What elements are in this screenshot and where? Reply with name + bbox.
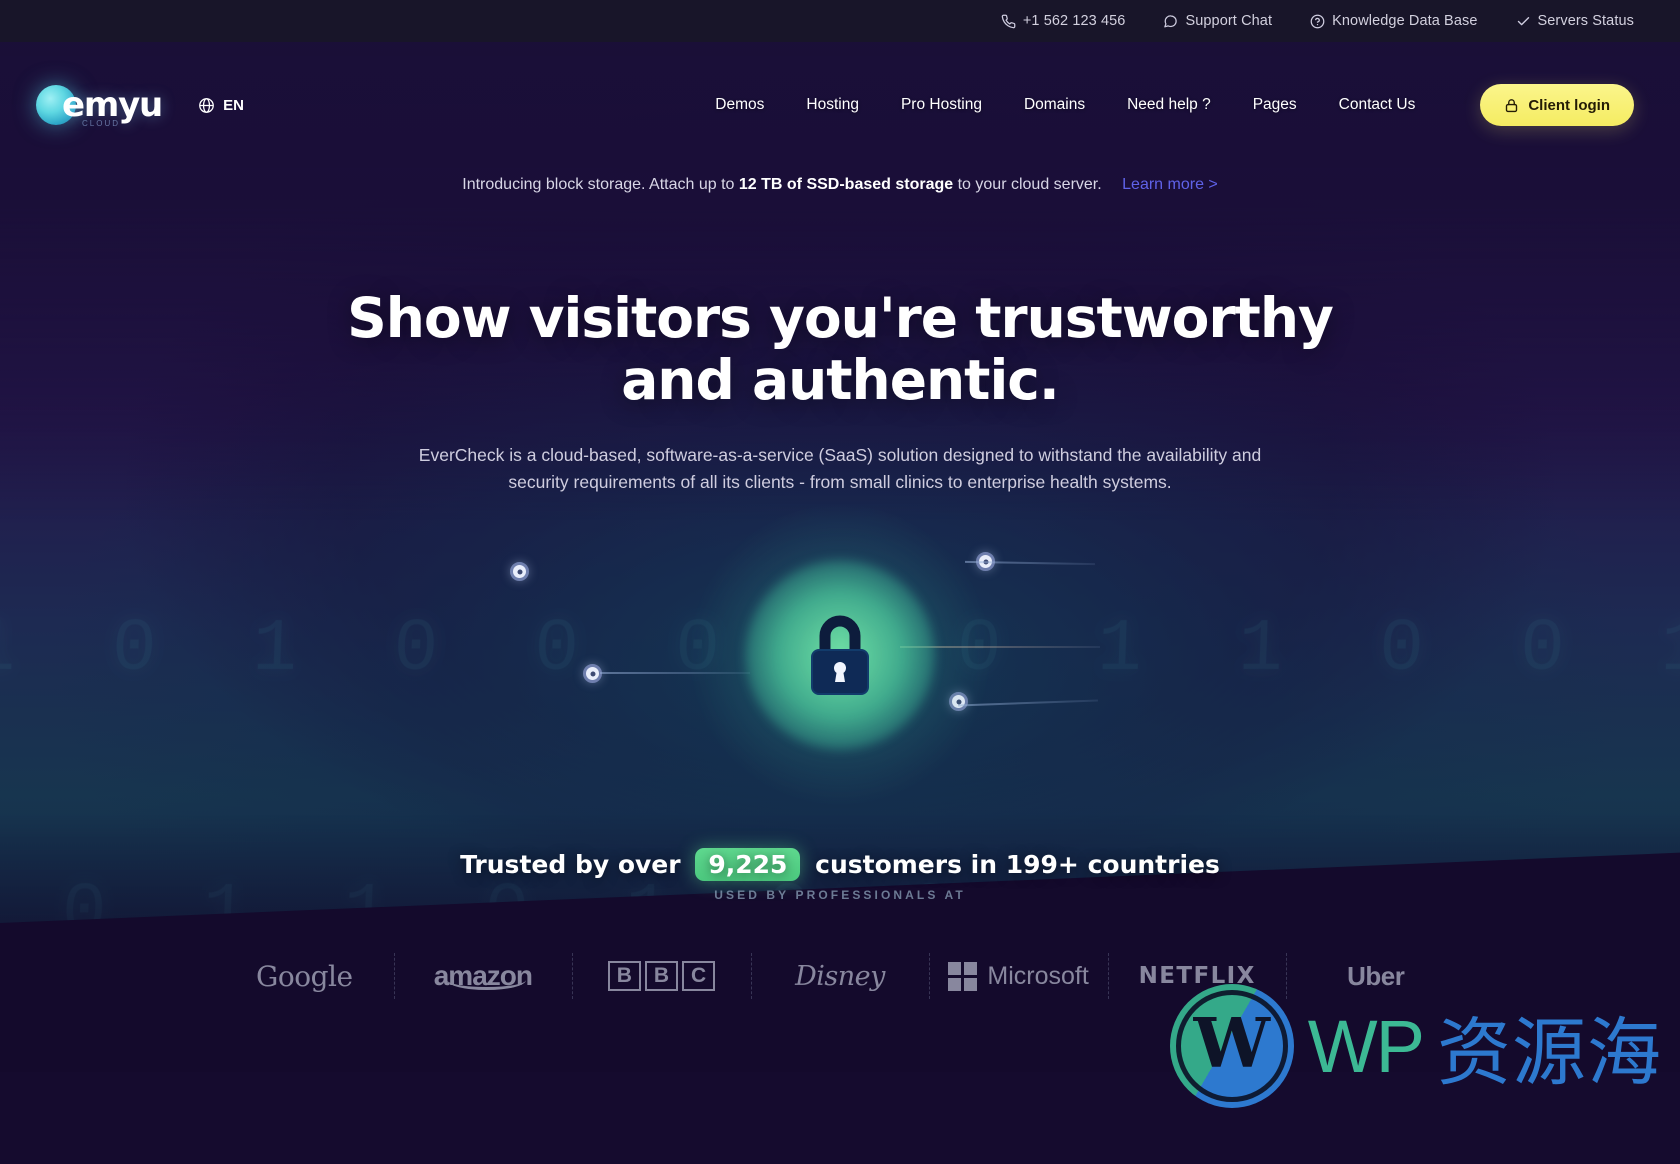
announcement-prefix: Introducing block storage. Attach up to <box>462 176 735 193</box>
chat-icon <box>1163 14 1178 29</box>
brand-logo-google: Google <box>256 959 353 993</box>
phone-icon <box>1001 14 1016 29</box>
topbar-item-support-chat[interactable]: Support Chat <box>1163 13 1272 29</box>
page-root: 1 0 1 0 0 0 1 0 1 1 0 0 1 0 1 0 1 1 0 1 … <box>0 0 1680 1164</box>
utility-topbar: +1 562 123 456 Support Chat Knowledge Da… <box>0 0 1680 42</box>
announcement-suffix: to your cloud server. <box>957 176 1102 193</box>
nav-links: Demos Hosting Pro Hosting Domains Need h… <box>694 84 1680 126</box>
brand-logo-disney: Disney <box>750 945 930 1007</box>
trusted-prefix: Trusted by over <box>460 850 681 879</box>
announcement-bar: Introducing block storage. Attach up to … <box>0 176 1680 194</box>
nav-link-pages[interactable]: Pages <box>1232 96 1318 114</box>
language-label: EN <box>223 96 244 114</box>
nav-link-need-help[interactable]: Need help ? <box>1106 96 1232 114</box>
topbar-item-servers-status[interactable]: Servers Status <box>1516 13 1635 29</box>
topbar-item-knowledge-base[interactable]: Knowledge Data Base <box>1310 13 1477 29</box>
globe-icon <box>198 97 215 114</box>
nav-link-hosting[interactable]: Hosting <box>785 96 880 114</box>
security-illustration <box>0 505 1680 805</box>
wp-watermark: W WP 资源海 <box>1169 984 1662 1108</box>
bbc-block-b2: B <box>644 961 679 991</box>
trusted-suffix: customers in 199+ countries <box>815 850 1220 879</box>
brand-logo-bbc: B B C <box>572 945 751 1007</box>
bbc-block-c: C <box>682 961 716 991</box>
topbar-label: Knowledge Data Base <box>1332 13 1478 29</box>
topbar-label: +1 562 123 456 <box>1022 13 1126 29</box>
brand-logo-microsoft-text: Microsoft <box>987 961 1089 990</box>
topbar-label: Servers Status <box>1537 13 1634 29</box>
used-by-label: USED BY PROFESSIONALS AT <box>714 888 966 902</box>
client-login-label: Client login <box>1528 96 1610 114</box>
microsoft-grid-icon <box>948 961 978 991</box>
topbar-item-phone[interactable]: +1 562 123 456 <box>1001 13 1126 29</box>
language-switcher[interactable]: EN <box>198 97 244 114</box>
bbc-block-b1: B <box>607 961 641 991</box>
lock-icon <box>1504 98 1519 113</box>
page-title: Show visitors you're trustworthy and aut… <box>347 286 1334 412</box>
brand-logo[interactable]: emyu CLOUD <box>36 85 163 128</box>
logo-wordmark: emyu <box>62 85 163 125</box>
customer-count-badge: 9,225 <box>695 848 801 881</box>
wordpress-logo-icon: W <box>1169 984 1294 1108</box>
watermark-cjk-text: 资源海 <box>1437 1009 1662 1096</box>
learn-more-link[interactable]: Learn more > <box>1122 176 1218 193</box>
announcement-strong: 12 TB of SSD-based storage <box>738 176 954 193</box>
bbc-blocks: B B C <box>607 961 716 991</box>
network-node <box>510 562 529 581</box>
watermark-latin-text: WP <box>1307 1004 1425 1088</box>
client-login-button[interactable]: Client login <box>1480 84 1634 126</box>
nav-link-demos[interactable]: Demos <box>694 96 785 114</box>
padlock-icon <box>805 612 875 698</box>
trusted-headline: Trusted by over 9,225 customers in 199+ … <box>0 848 1680 881</box>
brand-logo-amazon: amazon <box>393 945 573 1007</box>
nav-link-contact-us[interactable]: Contact Us <box>1318 96 1437 114</box>
hero-subtitle: EverCheck is a cloud-based, software-as-… <box>418 445 1262 493</box>
nav-link-domains[interactable]: Domains <box>1003 96 1106 114</box>
main-navbar: emyu CLOUD EN Demos Hosting Pro Hosting … <box>0 42 1680 168</box>
check-icon <box>1516 14 1531 29</box>
brand-logo-microsoft: Microsoft <box>929 945 1108 1007</box>
help-circle-icon <box>1310 14 1325 29</box>
nav-link-pro-hosting[interactable]: Pro Hosting <box>880 96 1003 114</box>
topbar-label: Support Chat <box>1185 13 1273 29</box>
